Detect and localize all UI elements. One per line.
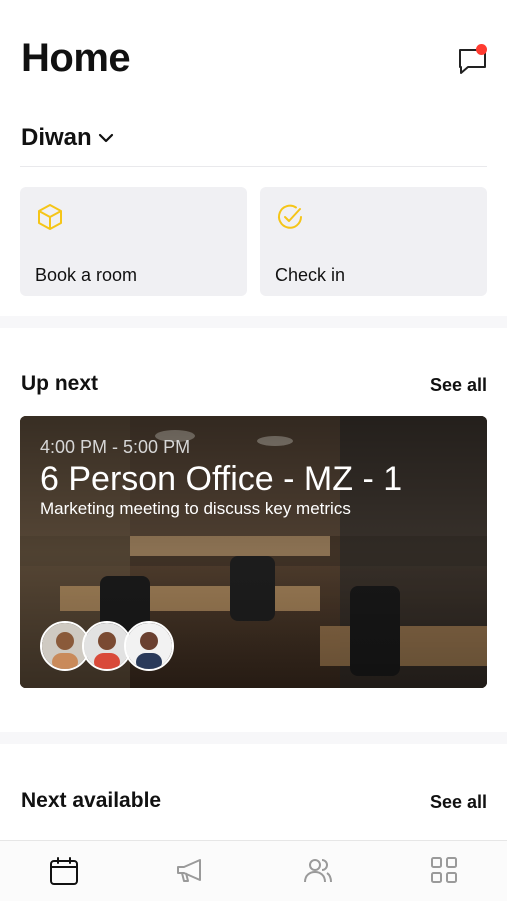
chevron-down-icon: [98, 133, 113, 143]
booking-time: 4:00 PM - 5:00 PM: [40, 437, 191, 457]
check-in-card[interactable]: Check in: [260, 187, 487, 296]
divider: [20, 166, 487, 167]
notification-dot: [476, 44, 487, 55]
tab-announcements[interactable]: [174, 855, 208, 892]
check-circle-icon: [278, 204, 302, 229]
up-next-title: Up next: [21, 372, 99, 395]
section-separator: [0, 316, 507, 328]
messages-button[interactable]: [456, 44, 490, 78]
avatar: [124, 621, 174, 671]
megaphone-icon: [177, 859, 201, 882]
grid-icon: [431, 857, 457, 883]
tab-bar: [0, 840, 507, 901]
tab-bookings[interactable]: [48, 855, 80, 892]
calendar-icon: [50, 857, 78, 885]
booking-room-name: 6 Person Office - MZ - 1: [40, 460, 403, 498]
location-name: Diwan: [21, 124, 92, 151]
cube-icon: [38, 204, 62, 230]
page-title: Home: [21, 36, 131, 80]
up-next-see-all-link[interactable]: See all: [430, 375, 487, 396]
upcoming-booking-card[interactable]: 4:00 PM - 5:00 PM 6 Person Office - MZ -…: [20, 416, 487, 688]
people-icon: [304, 859, 332, 883]
check-in-label: Check in: [275, 265, 346, 285]
location-selector[interactable]: Diwan: [21, 124, 114, 152]
next-available-see-all-link[interactable]: See all: [430, 792, 487, 813]
tab-people[interactable]: [302, 855, 334, 892]
next-available-title: Next available: [21, 789, 162, 812]
section-separator: [0, 732, 507, 744]
tab-more[interactable]: [429, 855, 459, 890]
attendee-avatars[interactable]: [40, 621, 174, 671]
booking-description: Marketing meeting to discuss key metrics: [40, 499, 351, 518]
book-room-card[interactable]: Book a room: [20, 187, 247, 296]
book-room-label: Book a room: [35, 265, 138, 285]
